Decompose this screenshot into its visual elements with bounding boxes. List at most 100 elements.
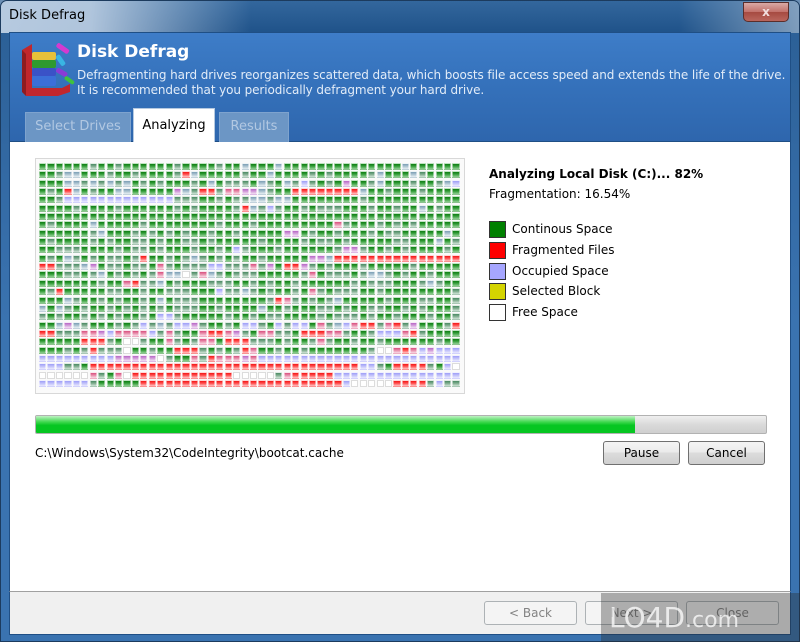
cluster-cell-continuous [47,338,55,346]
cluster-cell-continuous [182,179,190,187]
cluster-cell-continuous [325,221,334,229]
cluster-cell-continuous [81,229,89,237]
cluster-cell-continuous [199,246,207,254]
cluster-cell-occupied [241,354,249,362]
cluster-cell-continuous [55,213,64,221]
cluster-cell-continuous [384,313,393,321]
cluster-cell-continuous [410,279,418,287]
cluster-cell-continuous [190,279,199,287]
cluster-cell-continuous [89,321,97,329]
cluster-cell-continuous [81,238,89,246]
tab-select-drives[interactable]: Select Drives [25,112,131,142]
cluster-cell-occupied [64,354,72,362]
cluster-cell-continuous [165,171,173,179]
cluster-cell-continuous [64,229,72,237]
cluster-cell-continuous [317,163,325,170]
cluster-cell-occupied [157,196,165,204]
cluster-cell-continuous [140,221,148,229]
cluster-cell-continuous [148,338,156,346]
cluster-cell-fragmented [190,354,199,362]
cluster-cell-continuous [72,221,80,229]
cluster-cell-continuous [384,304,393,312]
cluster-cell-fragmented [207,188,215,196]
cancel-button[interactable]: Cancel [688,441,765,465]
cluster-cell-continuous [199,354,207,362]
cluster-cell-continuous [81,279,89,287]
cluster-cell-occupied [317,354,325,362]
window-close-button[interactable]: x [743,2,789,22]
cluster-cell-continuous [224,163,232,170]
cluster-cell-continuous [317,204,325,212]
cluster-cell-continuous [64,254,72,262]
cluster-cell-continuous [427,196,435,204]
cluster-cell-fragmented [300,379,308,387]
cluster-cell-continuous [275,304,283,312]
cluster-cell-continuous [444,304,452,312]
cluster-cell-continuous [317,221,325,229]
cluster-cell-continuous [427,229,435,237]
cluster-cell-continuous [325,288,334,296]
cluster-cell-continuous [148,263,156,271]
cluster-cell-occupied [64,196,72,204]
cluster-cell-free [258,371,266,379]
tab-analyzing[interactable]: Analyzing [133,108,215,142]
cluster-cell-occupied [317,254,325,262]
cluster-cell-continuous [444,246,452,254]
cluster-cell-continuous [190,304,199,312]
cluster-cell-fragmented [174,371,182,379]
title-bar[interactable] [1,1,799,33]
cluster-cell-continuous [283,279,291,287]
cluster-cell-continuous [444,279,452,287]
cluster-cell-continuous [55,188,64,196]
cluster-cell-continuous [266,279,274,287]
cluster-cell-fragmented [241,204,249,212]
cluster-cell-occupied [64,379,72,387]
cluster-cell-occupied [292,354,300,362]
cluster-cell-continuous [283,304,291,312]
cluster-cell-fragmented [190,346,199,354]
cluster-cell-continuous [233,279,241,287]
cluster-cell-fragmented [249,354,258,362]
pause-button[interactable]: Pause [603,441,680,465]
cluster-cell-free [233,371,241,379]
cluster-cell-occupied [283,229,291,237]
cluster-cell-continuous [81,346,89,354]
cluster-cell-continuous [342,196,350,204]
cluster-cell-continuous [174,329,182,337]
cluster-cell-continuous [157,229,165,237]
cluster-cell-continuous [64,338,72,346]
cluster-cell-continuous [98,246,106,254]
cluster-cell-continuous [376,263,384,271]
cluster-cell-continuous [182,254,190,262]
cluster-cell-continuous [165,163,173,170]
cluster-cell-continuous [444,329,452,337]
cluster-cell-fragmented [325,188,334,196]
cluster-cell-continuous [283,163,291,170]
cluster-cell-occupied [368,371,376,379]
cluster-cell-continuous [216,271,224,279]
cluster-cell-fragmented [452,254,460,262]
cluster-cell-fragmented [207,338,215,346]
cluster-cell-continuous [39,229,47,237]
header-description-line-1: Defragmenting hard drives reorganizes sc… [77,68,786,82]
cluster-cell-continuous [393,179,401,187]
cluster-cell-continuous [157,179,165,187]
cluster-cell-continuous [418,188,426,196]
cluster-cell-continuous [427,163,435,170]
cluster-cell-continuous [300,229,308,237]
tab-results[interactable]: Results [219,112,289,142]
cluster-cell-continuous [123,321,131,329]
cluster-cell-continuous [427,271,435,279]
cluster-cell-continuous [131,296,139,304]
cluster-cell-continuous [359,263,367,271]
cluster-cell-continuous [106,371,114,379]
cluster-cell-occupied [266,263,274,271]
cluster-cell-continuous [140,288,148,296]
cluster-cell-continuous [401,238,409,246]
cluster-cell-continuous [351,329,359,337]
cluster-cell-continuous [384,338,393,346]
cluster-cell-continuous [216,279,224,287]
cluster-cell-continuous [266,271,274,279]
back-button[interactable]: < Back [484,601,577,625]
cluster-cell-continuous [140,179,148,187]
